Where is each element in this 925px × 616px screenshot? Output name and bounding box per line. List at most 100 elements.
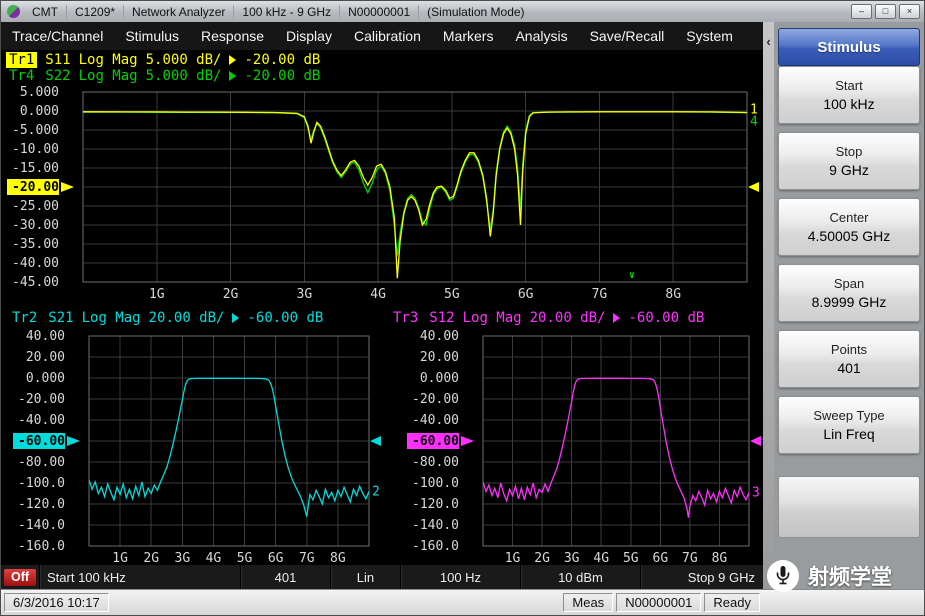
- trace-header-top: Tr1 S11 Log Mag 5.000 dB/ -20.00 dB Tr4 …: [1, 50, 763, 84]
- menu-markers[interactable]: Markers: [432, 28, 505, 44]
- s21-plot[interactable]: 40.00 20.00 0.000 -20.00 -40.00 -60.00 -80.00 -…: [1, 330, 382, 564]
- svg-text:-10.00: -10.00: [12, 142, 59, 157]
- ref-level-marker-icon: [613, 313, 621, 323]
- ref-level-marker-icon: [232, 313, 240, 323]
- svg-text:0.000: 0.000: [26, 371, 65, 386]
- softkey-empty-slot: [778, 476, 920, 538]
- menu-display[interactable]: Display: [275, 28, 343, 44]
- cmt-logo-icon: [7, 5, 20, 18]
- trigger-status-badge: Off: [3, 568, 37, 586]
- trace-scale: 20.00 dB/: [529, 310, 606, 326]
- svg-text:6G: 6G: [268, 551, 284, 564]
- title-app: CMT: [32, 4, 58, 19]
- trace-format: Log Mag: [462, 310, 522, 326]
- titlebar[interactable]: CMT C1209* Network Analyzer 100 kHz - 9 …: [1, 1, 924, 22]
- softkey-center[interactable]: Center 4.50005 GHz: [778, 198, 920, 256]
- svg-text:-60.00: -60.00: [18, 434, 65, 449]
- svg-text:∨: ∨: [629, 270, 635, 281]
- svg-text:3G: 3G: [175, 551, 191, 564]
- close-icon[interactable]: ×: [899, 4, 920, 19]
- trace-header-bottom: Tr2 S21 Log Mag 20.00 dB/ -60.00 dB Tr3 …: [1, 306, 763, 330]
- softkey-stop[interactable]: Stop 9 GHz: [778, 132, 920, 190]
- svg-text:-60.00: -60.00: [412, 434, 459, 449]
- title-mode: (Simulation Mode): [418, 4, 532, 19]
- svg-text:6G: 6G: [653, 551, 669, 564]
- trace-select-tr2[interactable]: Tr2: [9, 310, 40, 326]
- ready-indicator: Ready: [704, 593, 760, 612]
- softkey-menu-title: Stimulus: [778, 28, 920, 66]
- svg-text:0.000: 0.000: [20, 104, 59, 119]
- softkey-span[interactable]: Span 8.9999 GHz: [778, 264, 920, 322]
- trace-select-tr3[interactable]: Tr3: [390, 310, 421, 326]
- trace-status-tr2: Tr2 S21 Log Mag 20.00 dB/ -60.00 dB: [9, 310, 382, 326]
- maximize-icon[interactable]: □: [875, 4, 896, 19]
- svg-text:-20.00: -20.00: [412, 392, 459, 407]
- svg-text:-40.00: -40.00: [12, 256, 59, 271]
- s11-s22-plot[interactable]: 5.000 0.000 -5.000 -10.00 -15.00 -20.00 -25.00…: [1, 84, 763, 306]
- minimize-icon[interactable]: –: [851, 4, 872, 19]
- svg-text:4G: 4G: [206, 551, 222, 564]
- menu-trace-channel[interactable]: Trace/Channel: [1, 28, 114, 44]
- svg-text:20.00: 20.00: [26, 350, 65, 365]
- svg-text:2G: 2G: [534, 551, 550, 564]
- menubar: Trace/Channel Stimulus Response Display …: [1, 22, 763, 50]
- svg-text:7G: 7G: [682, 551, 698, 564]
- status-stop-frequency: Stop 9 GHz: [639, 565, 763, 589]
- ref-level-marker-icon: [229, 71, 237, 81]
- svg-text:-25.00: -25.00: [12, 199, 59, 214]
- svg-text:8G: 8G: [330, 551, 346, 564]
- svg-text:-140.0: -140.0: [412, 518, 459, 533]
- softkey-sidebar: ‹ Stimulus Start 100 kHz Stop 9 GHz Cent…: [763, 22, 924, 589]
- trace-scale: 20.00 dB/: [148, 310, 225, 326]
- trace-select-tr4[interactable]: Tr4: [6, 68, 37, 84]
- menu-calibration[interactable]: Calibration: [343, 28, 432, 44]
- svg-text:1: 1: [750, 103, 758, 118]
- softkey-points[interactable]: Points 401: [778, 330, 920, 388]
- trace-status-tr3: Tr3 S12 Log Mag 20.00 dB/ -60.00 dB: [390, 310, 763, 326]
- svg-text:-140.0: -140.0: [18, 518, 65, 533]
- instrument-id: N00000001: [616, 593, 702, 612]
- title-range: 100 kHz - 9 GHz: [233, 4, 339, 19]
- status-sweep-type: Lin: [329, 565, 400, 589]
- trace-format: Log Mag: [78, 68, 138, 84]
- menu-save-recall[interactable]: Save/Recall: [579, 28, 676, 44]
- menu-stimulus[interactable]: Stimulus: [114, 28, 190, 44]
- softkey-start[interactable]: Start 100 kHz: [778, 66, 920, 124]
- svg-text:3G: 3G: [564, 551, 580, 564]
- svg-text:8G: 8G: [665, 287, 681, 302]
- channel-status-bar: Off Start 100 kHz 401 Lin 100 Hz 10 dBm …: [1, 564, 763, 589]
- svg-text:7G: 7G: [592, 287, 608, 302]
- svg-text:-100.0: -100.0: [18, 476, 65, 491]
- status-power: 10 dBm: [519, 565, 640, 589]
- status-if-bandwidth: 100 Hz: [399, 565, 520, 589]
- svg-text:2G: 2G: [223, 287, 239, 302]
- svg-text:5G: 5G: [444, 287, 460, 302]
- status-points: 401: [239, 565, 330, 589]
- sidebar-collapse[interactable]: ‹: [763, 22, 774, 589]
- menu-analysis[interactable]: Analysis: [504, 28, 578, 44]
- title-model: C1209*: [66, 4, 123, 19]
- trace-select-tr1[interactable]: Tr1: [6, 52, 38, 68]
- s12-plot[interactable]: 40.00 20.00 0.000 -20.00 -40.00 -60.00 -80.00 -…: [382, 330, 763, 564]
- svg-text:7G: 7G: [299, 551, 315, 564]
- svg-text:1G: 1G: [112, 551, 128, 564]
- menu-response[interactable]: Response: [190, 28, 275, 44]
- svg-text:-100.0: -100.0: [412, 476, 459, 491]
- svg-text:-120.0: -120.0: [412, 497, 459, 512]
- svg-text:-160.0: -160.0: [412, 539, 459, 554]
- trace-meas: S11: [45, 52, 71, 68]
- softkey-sweep-type[interactable]: Sweep Type Lin Freq: [778, 396, 920, 454]
- svg-text:1G: 1G: [149, 287, 165, 302]
- svg-text:8G: 8G: [712, 551, 728, 564]
- svg-text:-160.0: -160.0: [18, 539, 65, 554]
- svg-text:-20.00: -20.00: [12, 180, 59, 195]
- svg-text:-20.00: -20.00: [18, 392, 65, 407]
- svg-text:0.000: 0.000: [420, 371, 459, 386]
- svg-text:20.00: 20.00: [420, 350, 459, 365]
- title-serial: N00000001: [339, 4, 418, 19]
- menu-system[interactable]: System: [675, 28, 744, 44]
- svg-text:-40.00: -40.00: [412, 413, 459, 428]
- svg-text:4G: 4G: [370, 287, 386, 302]
- trace-meas: S22: [45, 68, 71, 84]
- svg-text:-120.0: -120.0: [18, 497, 65, 512]
